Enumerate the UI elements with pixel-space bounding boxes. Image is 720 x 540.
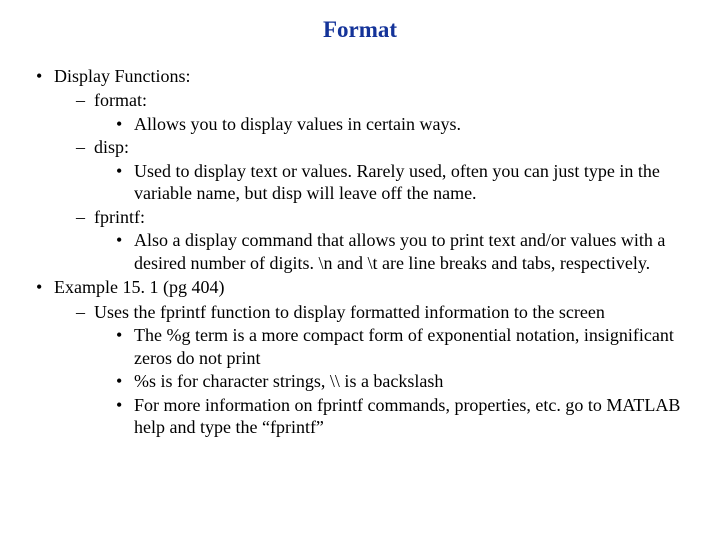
list-item-text: disp: (94, 137, 129, 157)
list-item: fprintf: Also a display command that all… (76, 206, 700, 275)
slide: Format Display Functions: format: Allows… (0, 0, 720, 540)
list-item-text: The %g term is a more compact form of ex… (134, 325, 674, 368)
bullet-list: The %g term is a more compact form of ex… (94, 324, 700, 439)
list-item: %s is for character strings, \\ is a bac… (116, 370, 700, 393)
bullet-list: Display Functions: format: Allows you to… (12, 65, 708, 439)
list-item-text: fprintf: (94, 207, 145, 227)
list-item-text: %s is for character strings, \\ is a bac… (134, 371, 443, 391)
list-item: For more information on fprintf commands… (116, 394, 700, 439)
list-item: The %g term is a more compact form of ex… (116, 324, 700, 369)
list-item-text: Allows you to display values in certain … (134, 114, 461, 134)
slide-title: Format (12, 16, 708, 45)
list-item-text: Example 15. 1 (pg 404) (54, 277, 224, 297)
bullet-list: Uses the fprintf function to display for… (54, 301, 700, 439)
list-item-text: Also a display command that allows you t… (134, 230, 665, 273)
list-item-text: Used to display text or values. Rarely u… (134, 161, 660, 204)
bullet-list: Also a display command that allows you t… (94, 229, 700, 274)
list-item: disp: Used to display text or values. Ra… (76, 136, 700, 205)
list-item: Display Functions: format: Allows you to… (36, 65, 700, 275)
bullet-list: format: Allows you to display values in … (54, 89, 700, 274)
list-item: format: Allows you to display values in … (76, 89, 700, 135)
list-item-text: Display Functions: (54, 66, 191, 86)
bullet-list: Allows you to display values in certain … (94, 113, 700, 136)
list-item-text: format: (94, 90, 147, 110)
list-item-text: Uses the fprintf function to display for… (94, 302, 605, 322)
list-item: Allows you to display values in certain … (116, 113, 700, 136)
list-item-text: For more information on fprintf commands… (134, 395, 680, 438)
list-item: Example 15. 1 (pg 404) Uses the fprintf … (36, 276, 700, 439)
bullet-list: Used to display text or values. Rarely u… (94, 160, 700, 205)
list-item: Used to display text or values. Rarely u… (116, 160, 700, 205)
list-item: Also a display command that allows you t… (116, 229, 700, 274)
list-item: Uses the fprintf function to display for… (76, 301, 700, 439)
